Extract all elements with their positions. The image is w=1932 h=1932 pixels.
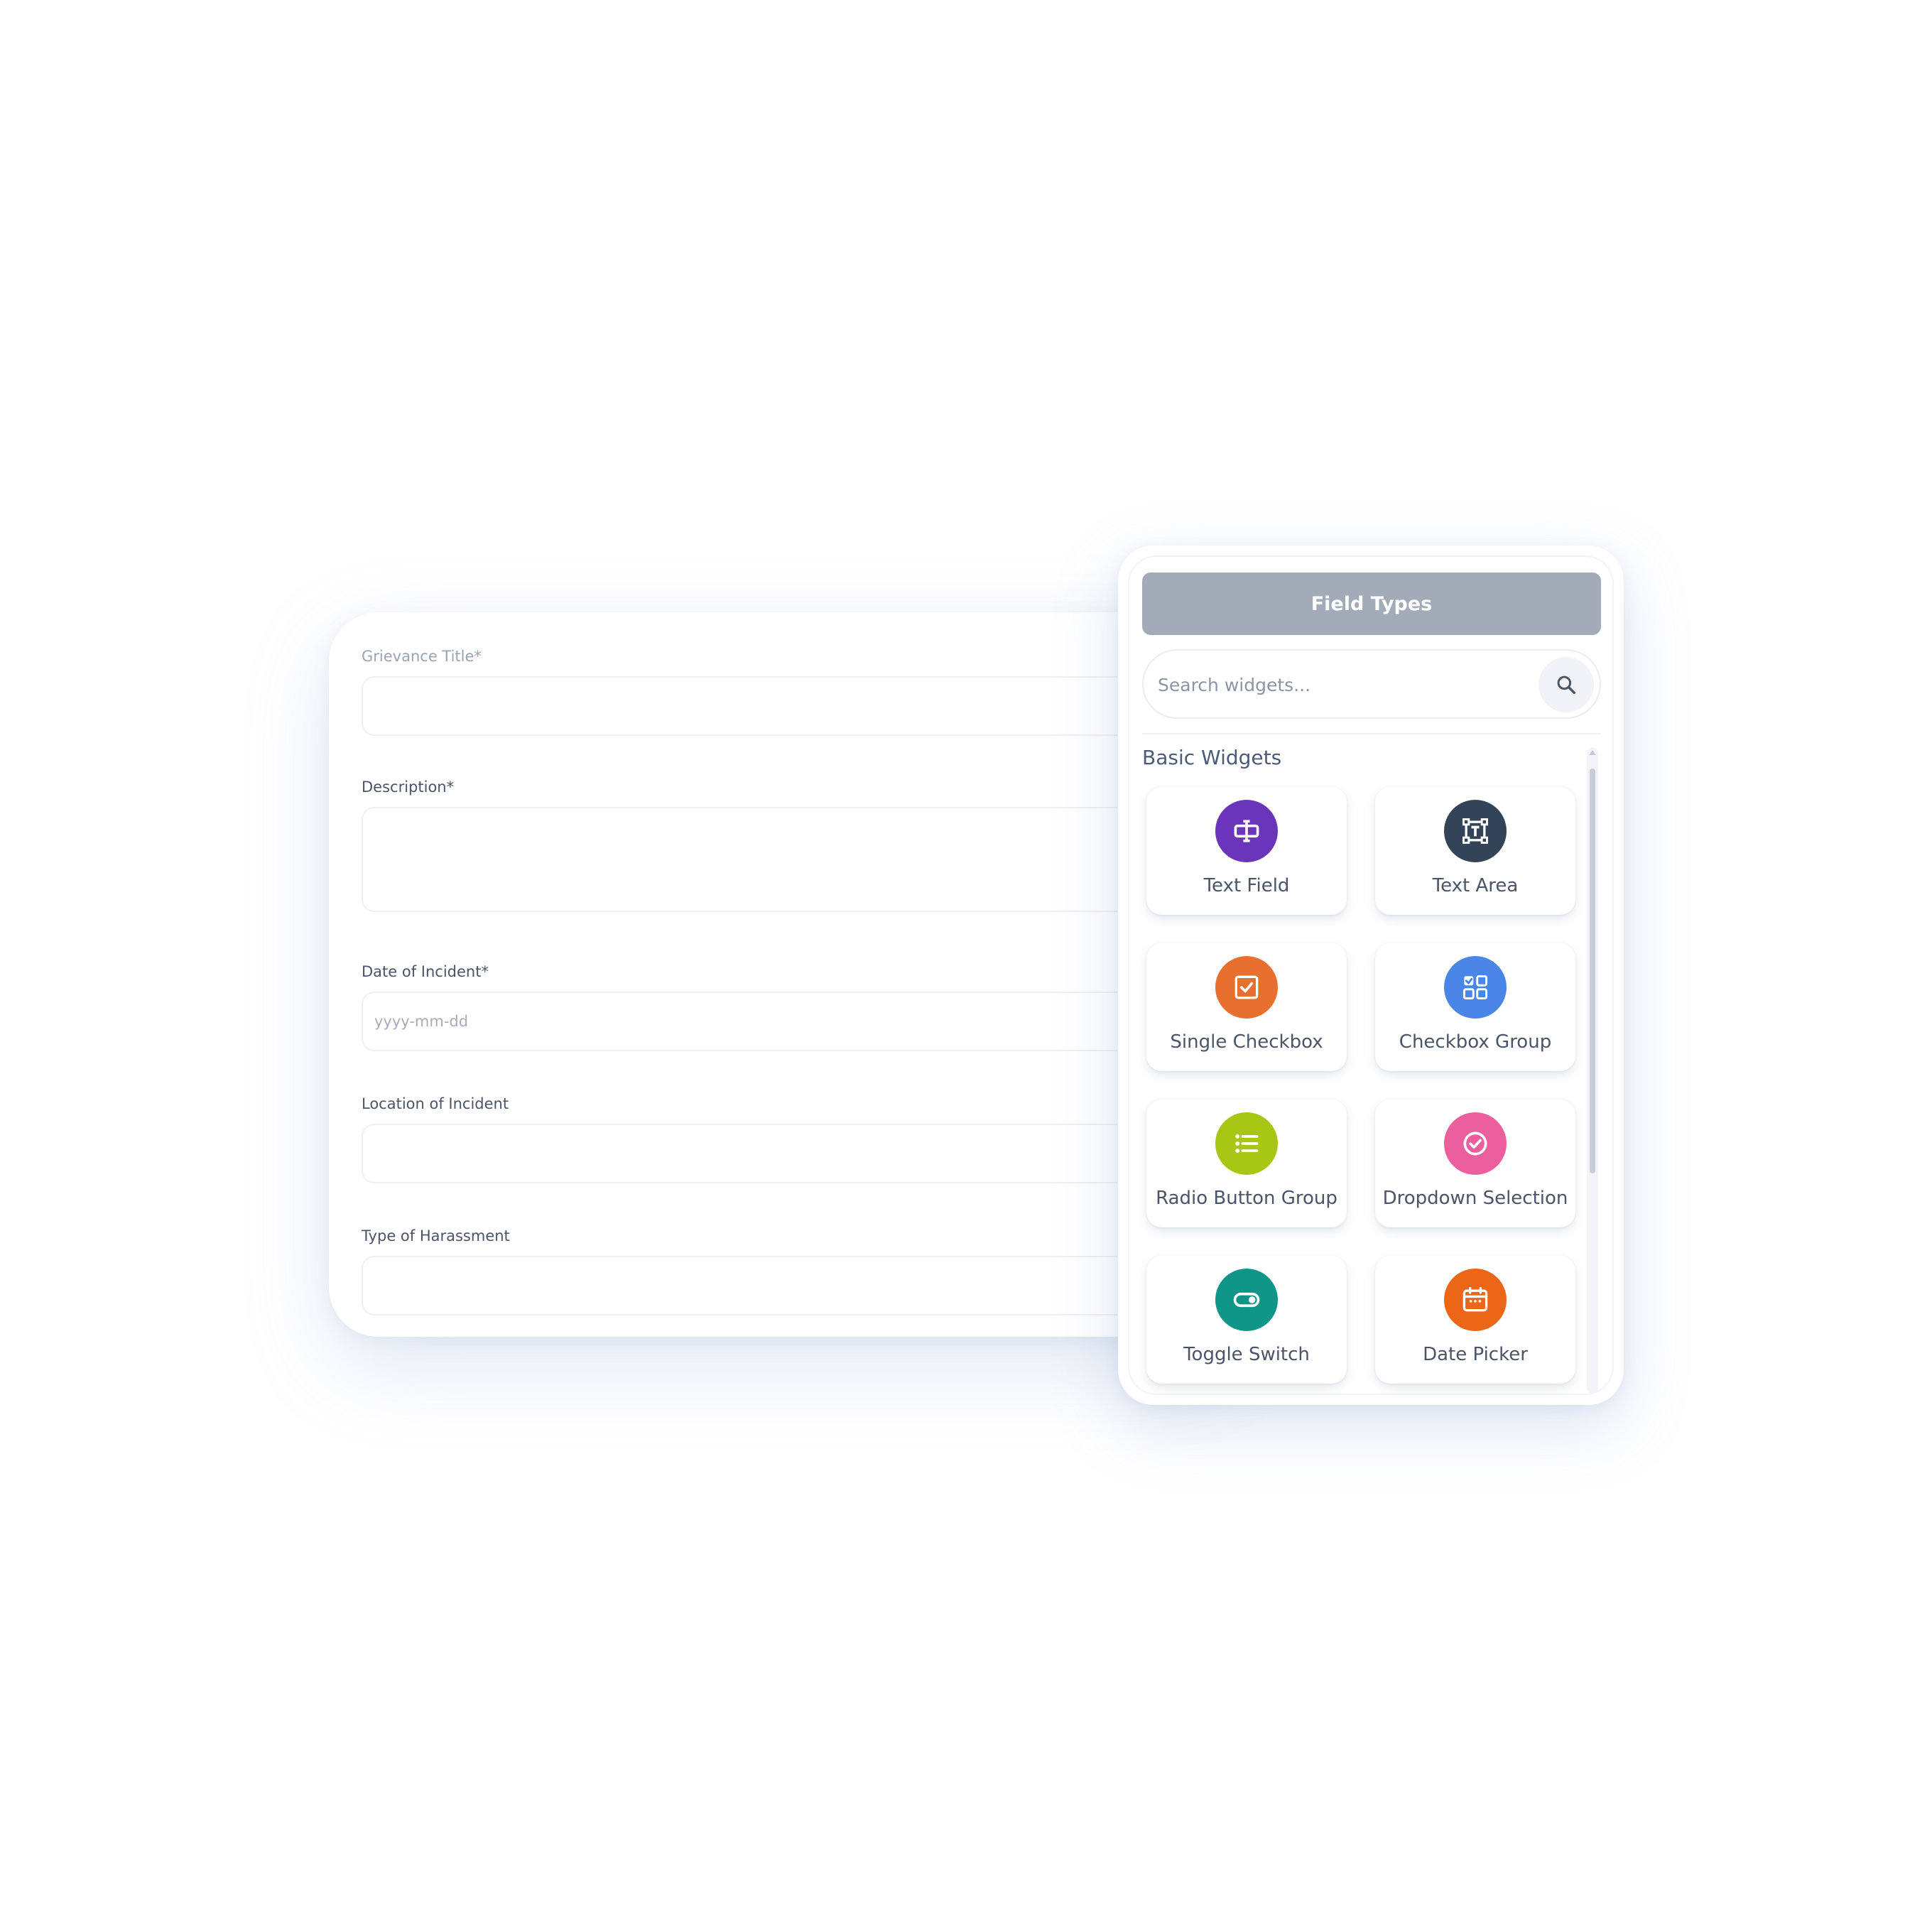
- search-icon: [1557, 675, 1576, 695]
- section-title: Basic Widgets: [1142, 746, 1282, 769]
- grievance-title-input[interactable]: [362, 676, 1231, 736]
- widget-checkbox-group[interactable]: Checkbox Group: [1375, 943, 1575, 1071]
- scroll-up-icon[interactable]: [1589, 750, 1596, 755]
- check-circle-icon: [1444, 1112, 1507, 1175]
- widget-search: [1142, 649, 1601, 719]
- grievance-title-label: Grievance Title*: [362, 648, 482, 665]
- grievance-form-card: Grievance Title* Description* Date of In…: [329, 612, 1231, 1337]
- search-button[interactable]: [1538, 657, 1594, 712]
- widget-label: Dropdown Selection: [1382, 1188, 1568, 1209]
- widget-label: Text Field: [1203, 875, 1290, 896]
- widget-text-area[interactable]: Text Area: [1375, 787, 1575, 915]
- divider: [1142, 733, 1601, 734]
- checkbox-group-icon: [1444, 956, 1507, 1019]
- calendar-icon: [1444, 1269, 1507, 1331]
- panel-title: Field Types: [1142, 572, 1601, 635]
- widget-list-scrollbar[interactable]: [1587, 747, 1598, 1394]
- search-input[interactable]: [1156, 651, 1514, 719]
- location-of-incident-label: Location of Incident: [362, 1095, 509, 1112]
- widget-label: Radio Button Group: [1156, 1188, 1337, 1209]
- widget-label: Checkbox Group: [1399, 1031, 1552, 1053]
- checkbox-icon: [1215, 956, 1278, 1019]
- text-area-icon: [1444, 800, 1507, 862]
- widget-toggle-switch[interactable]: Toggle Switch: [1146, 1256, 1347, 1384]
- type-of-harassment-label: Type of Harassment: [362, 1227, 510, 1244]
- widget-date-picker[interactable]: Date Picker: [1375, 1256, 1575, 1384]
- widget-radio-button-group[interactable]: Radio Button Group: [1146, 1100, 1347, 1227]
- widget-single-checkbox[interactable]: Single Checkbox: [1146, 943, 1347, 1071]
- widget-label: Toggle Switch: [1183, 1344, 1310, 1365]
- widget-label: Single Checkbox: [1170, 1031, 1323, 1053]
- type-of-harassment-input[interactable]: [362, 1256, 1231, 1315]
- date-of-incident-label: Date of Incident*: [362, 963, 489, 980]
- toggle-icon: [1215, 1269, 1278, 1331]
- description-textarea[interactable]: [362, 807, 1231, 912]
- description-label: Description*: [362, 778, 455, 796]
- date-of-incident-input[interactable]: yyyy-mm-dd: [362, 992, 1231, 1051]
- canvas: Grievance Title* Description* Date of In…: [0, 0, 1932, 1932]
- field-types-panel: Field Types Basic Widgets: [1118, 546, 1624, 1405]
- scroll-thumb[interactable]: [1590, 769, 1595, 1173]
- list-icon: [1215, 1112, 1278, 1175]
- location-of-incident-input[interactable]: [362, 1124, 1231, 1183]
- widget-dropdown-selection[interactable]: Dropdown Selection: [1375, 1100, 1575, 1227]
- date-of-incident-placeholder: yyyy-mm-dd: [374, 1013, 469, 1030]
- widget-text-field[interactable]: Text Field: [1146, 787, 1347, 915]
- widget-label: Date Picker: [1423, 1344, 1528, 1365]
- text-field-icon: [1215, 800, 1278, 862]
- widget-label: Text Area: [1432, 875, 1519, 896]
